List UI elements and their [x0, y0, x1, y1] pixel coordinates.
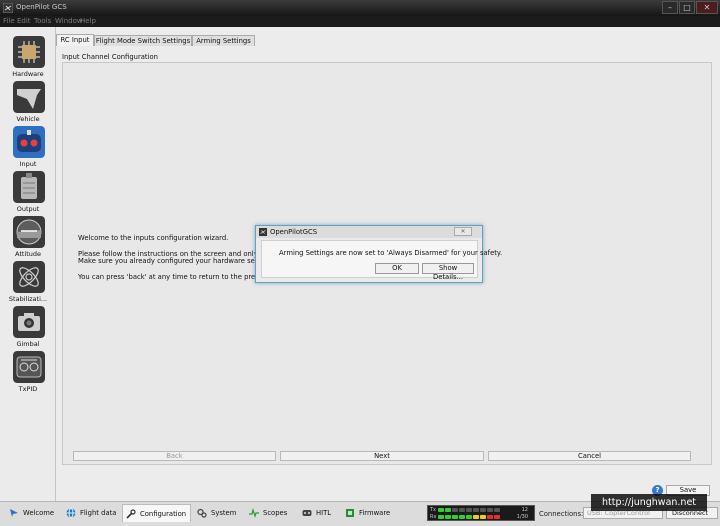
mode-tab-label: System	[211, 509, 237, 517]
menu-help[interactable]: Help	[80, 17, 96, 25]
sidebar-item-vehicle[interactable]: Vehicle	[0, 81, 56, 125]
sidebar-item-label: Stabilizati...	[8, 295, 48, 303]
rx-value: 1/30	[516, 514, 528, 520]
mode-tab-scopes[interactable]: Scopes	[246, 505, 287, 521]
next-button[interactable]: Next	[280, 451, 484, 461]
close-icon: ✕	[703, 3, 711, 12]
sidebar-item-label: Gimbal	[16, 340, 40, 348]
wrench-icon	[126, 508, 136, 519]
tx-label: Tx	[430, 507, 437, 513]
wizard-back-hint-text: You can press 'back' at any time to retu…	[78, 273, 270, 281]
camera-icon	[13, 306, 45, 338]
menu-tools[interactable]: Tools	[34, 17, 51, 25]
tab-rc-input[interactable]: RC Input	[56, 34, 94, 46]
menu-window[interactable]: Window	[55, 17, 83, 25]
mode-tab-hitl[interactable]: HITL	[299, 505, 331, 521]
window-controls: – □ ✕	[661, 1, 718, 14]
welcome-icon	[10, 509, 18, 517]
tab-arming-settings[interactable]: Arming Settings	[192, 35, 255, 46]
mode-tab-label: Flight data	[80, 509, 117, 517]
wizard-welcome-text: Welcome to the inputs configuration wiza…	[78, 234, 229, 242]
motor-icon	[13, 171, 45, 203]
dialog-message: Arming Settings are now set to 'Always D…	[279, 249, 503, 257]
watermark: http://junghwan.net	[591, 494, 707, 511]
sidebar-item-label: Attitude	[14, 250, 42, 258]
firmware-icon	[346, 509, 354, 517]
dialog-body: Arming Settings are now set to 'Always D…	[261, 240, 502, 281]
window-titlebar: OpenPilot GCS – □ ✕	[0, 0, 720, 16]
dialog-close-button[interactable]: ✕	[454, 227, 472, 236]
mode-tab-configuration[interactable]: Configuration	[122, 504, 191, 522]
menu-file[interactable]: File	[3, 17, 15, 25]
gamepad-icon	[13, 126, 45, 158]
rx-meter	[438, 515, 501, 519]
mode-tab-label: Configuration	[140, 509, 187, 518]
chip-icon	[13, 36, 45, 68]
mode-tab-flight-data[interactable]: Flight data	[63, 505, 116, 521]
hitl-icon	[302, 510, 312, 516]
arming-message-dialog: OpenPilotGCS ✕ Arming Settings are now s…	[255, 225, 502, 283]
config-sidebar: Hardware Vehicle Input Output Attitude S…	[0, 27, 56, 501]
attitude-icon	[13, 216, 45, 248]
connections-label: Connections:	[539, 510, 584, 518]
sidebar-item-attitude[interactable]: Attitude	[0, 216, 56, 260]
close-button[interactable]: ✕	[696, 1, 718, 14]
window-title: OpenPilot GCS	[16, 3, 67, 11]
mode-tab-label: Scopes	[263, 509, 288, 517]
maximize-button[interactable]: □	[679, 1, 695, 14]
maximize-icon: □	[683, 3, 691, 12]
mode-tab-system[interactable]: System	[194, 505, 236, 521]
tab-flight-mode-switch[interactable]: Flight Mode Switch Settings	[94, 35, 192, 46]
show-details-button[interactable]: Show Details...	[422, 263, 474, 281]
sidebar-item-label: Output	[16, 205, 40, 213]
mode-tab-label: Firmware	[359, 509, 391, 517]
sidebar-item-txpid[interactable]: TxPID	[0, 351, 56, 395]
stabilization-icon	[13, 261, 45, 293]
wizard-hardware-text: Make sure you already configured your ha…	[78, 257, 271, 265]
group-title: Input Channel Configuration	[62, 53, 158, 61]
sidebar-item-label: Input	[19, 160, 37, 168]
sidebar-item-label: Hardware	[12, 70, 44, 78]
menu-edit[interactable]: Edit	[17, 17, 31, 25]
mode-tab-label: Welcome	[23, 509, 55, 517]
minimize-button[interactable]: –	[662, 1, 678, 14]
dialog-title: OpenPilotGCS	[270, 228, 318, 236]
telemetry-monitor: Tx Rx 12 1/30	[427, 505, 535, 521]
scope-icon	[249, 508, 259, 518]
vehicle-icon	[13, 81, 45, 113]
sidebar-item-output[interactable]: Output	[0, 171, 56, 215]
sidebar-item-hardware[interactable]: Hardware	[0, 36, 56, 80]
sidebar-item-gimbal[interactable]: Gimbal	[0, 306, 56, 350]
app-icon	[259, 228, 267, 236]
globe-icon	[66, 508, 76, 518]
ok-button[interactable]: OK	[375, 263, 419, 274]
minimize-icon: –	[668, 3, 672, 12]
mode-tab-label: HITL	[316, 509, 332, 517]
gears-icon	[197, 508, 207, 518]
mode-tab-welcome[interactable]: Welcome	[6, 505, 54, 521]
sidebar-item-label: Vehicle	[16, 115, 40, 123]
app-icon	[3, 3, 13, 13]
back-button[interactable]: Back	[73, 451, 276, 461]
txpid-icon	[13, 351, 45, 383]
rx-label: Rx	[430, 514, 437, 520]
dialog-titlebar: OpenPilotGCS ✕	[256, 226, 482, 238]
sidebar-item-input[interactable]: Input	[0, 126, 56, 170]
sidebar-item-stabilization[interactable]: Stabilizati...	[0, 261, 56, 305]
tx-value: 12	[521, 507, 528, 513]
sidebar-item-label: TxPID	[18, 385, 38, 393]
cancel-button[interactable]: Cancel	[488, 451, 691, 461]
tx-meter	[438, 508, 501, 512]
mode-tab-firmware[interactable]: Firmware	[342, 505, 390, 521]
menu-bar: File Edit Tools Window Help	[0, 16, 720, 27]
close-icon: ✕	[460, 228, 466, 235]
